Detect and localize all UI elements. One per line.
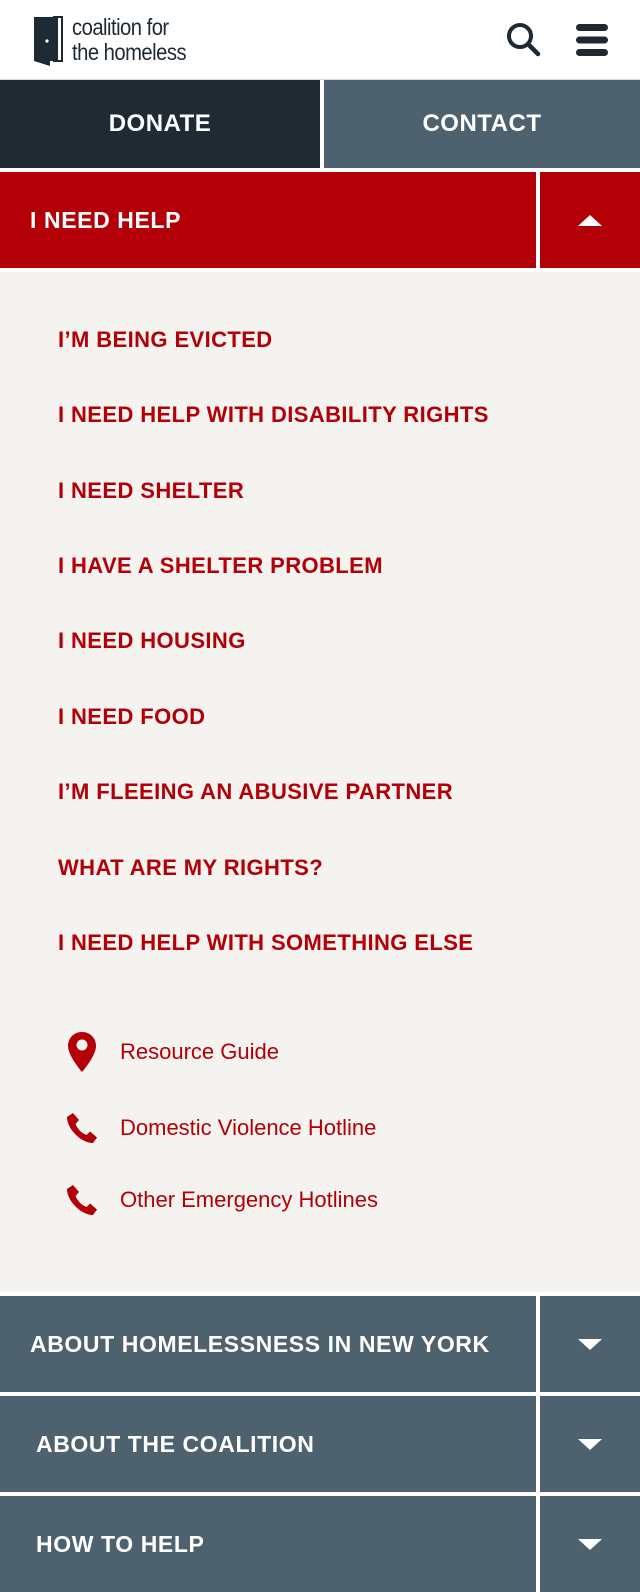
logo-wordmark: coalition for the homeless: [72, 14, 187, 65]
search-icon: [507, 23, 541, 57]
resource-guide-link[interactable]: Resource Guide: [60, 1030, 279, 1074]
contact-button[interactable]: CONTACT: [324, 80, 640, 168]
accordion-toggle-about-coalition[interactable]: [540, 1396, 640, 1492]
submenu-item-evicted[interactable]: I’M BEING EVICTED: [58, 327, 273, 353]
accordion-toggle-i-need-help[interactable]: [540, 172, 640, 268]
accordion-about-homelessness: ABOUT HOMELESSNESS IN NEW YORK: [0, 1296, 640, 1392]
other-emergency-hotlines-label: Other Emergency Hotlines: [120, 1187, 378, 1212]
submenu-item-my-rights[interactable]: WHAT ARE MY RIGHTS?: [58, 855, 323, 881]
resource-guide-label: Resource Guide: [120, 1039, 279, 1064]
accordion-label-about-coalition[interactable]: ABOUT THE COALITION: [0, 1396, 536, 1492]
door-logo-icon: [34, 16, 63, 66]
submenu-item-shelter-problem[interactable]: I HAVE A SHELTER PROBLEM: [58, 553, 383, 579]
submenu-item-abusive-partner[interactable]: I’M FLEEING AN ABUSIVE PARTNER: [58, 779, 453, 805]
accordion-label-how-to-help[interactable]: HOW TO HELP: [0, 1496, 536, 1592]
submenu-item-shelter[interactable]: I NEED SHELTER: [58, 478, 244, 504]
phone-icon: [60, 1178, 104, 1222]
accordion-label-about-homelessness[interactable]: ABOUT HOMELESSNESS IN NEW YORK: [0, 1296, 536, 1392]
submenu-item-housing[interactable]: I NEED HOUSING: [58, 628, 246, 654]
accordion-about-coalition: ABOUT THE COALITION: [0, 1396, 640, 1492]
caret-down-icon: [578, 1538, 602, 1550]
phone-icon: [60, 1106, 104, 1150]
caret-down-icon: [578, 1438, 602, 1450]
donate-button[interactable]: DONATE: [0, 80, 320, 168]
accordion-how-to-help: HOW TO HELP: [0, 1496, 640, 1592]
hamburger-menu-icon: [576, 24, 608, 56]
site-logo[interactable]: coalition for the homeless: [32, 14, 202, 66]
submenu-item-food[interactable]: I NEED FOOD: [58, 704, 205, 730]
cta-bar: DONATE CONTACT: [0, 80, 640, 168]
other-emergency-hotlines-link[interactable]: Other Emergency Hotlines: [60, 1178, 378, 1222]
help-submenu: I’M BEING EVICTED I NEED HELP WITH DISAB…: [0, 272, 640, 1292]
domestic-violence-hotline-link[interactable]: Domestic Violence Hotline: [60, 1106, 376, 1150]
search-button[interactable]: [504, 20, 544, 60]
accordion-toggle-how-to-help[interactable]: [540, 1496, 640, 1592]
caret-down-icon: [578, 1338, 602, 1350]
submenu-item-something-else[interactable]: I NEED HELP WITH SOMETHING ELSE: [58, 930, 473, 956]
menu-button[interactable]: [572, 20, 612, 60]
site-header: coalition for the homeless: [0, 0, 640, 80]
logo-line-2: the homeless: [72, 39, 187, 65]
accordion-i-need-help: I NEED HELP: [0, 172, 640, 268]
domestic-violence-hotline-label: Domestic Violence Hotline: [120, 1115, 377, 1140]
accordion-toggle-about-homelessness[interactable]: [540, 1296, 640, 1392]
accordion-label-i-need-help[interactable]: I NEED HELP: [0, 172, 536, 268]
caret-up-icon: [578, 214, 602, 226]
map-pin-icon: [60, 1030, 104, 1074]
logo-line-1: coalition for: [72, 14, 169, 40]
submenu-item-disability-rights[interactable]: I NEED HELP WITH DISABILITY RIGHTS: [58, 402, 489, 428]
